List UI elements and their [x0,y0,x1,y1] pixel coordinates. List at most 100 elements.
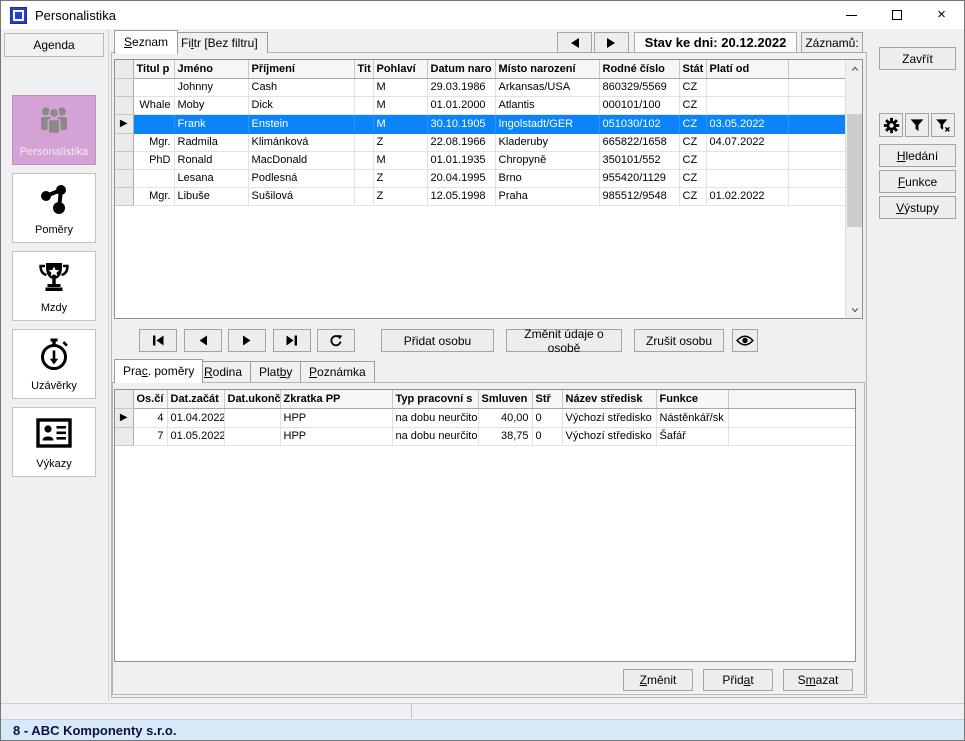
edit-person-button[interactable]: Změnit údaje o osobě [506,329,622,352]
cell[interactable]: Radmila [174,133,248,151]
vertical-scrollbar[interactable] [845,60,862,318]
cell[interactable]: Výchozí středisko [562,408,656,427]
column-header[interactable]: Datum naro [427,60,495,78]
cell[interactable]: 0 [532,427,562,445]
column-header[interactable]: Jméno [174,60,248,78]
table-row[interactable]: WhaleMobyDickM01.01.2000Atlantis000101/1… [115,96,847,114]
cell[interactable]: HPP [280,408,392,427]
column-header[interactable]: Pohlaví [373,60,427,78]
cell[interactable]: 40,00 [478,408,532,427]
cell[interactable] [354,151,373,169]
cell[interactable]: M [373,96,427,114]
row-selector[interactable] [115,187,133,205]
cell[interactable]: Ingolstadt/GER [495,114,599,133]
table-row[interactable]: Mgr.LibušeSušilováZ12.05.1998Praha985512… [115,187,847,205]
cell[interactable]: Brno [495,169,599,187]
tab-prac-pomery[interactable]: Prac. poměry [114,359,203,383]
cell[interactable]: 01.05.2022 [167,427,224,445]
cell[interactable]: Nástěnkář/sk [656,408,728,427]
cell[interactable]: 350101/552 [599,151,679,169]
cell[interactable] [354,78,373,96]
next-period-button[interactable] [594,32,629,53]
cell[interactable]: Podlesná [248,169,354,187]
cell[interactable]: Cash [248,78,354,96]
column-header[interactable]: Stř [532,390,562,408]
cell[interactable]: CZ [679,96,706,114]
cell[interactable]: Kladeruby [495,133,599,151]
column-header[interactable]: Os.čí [133,390,167,408]
column-header[interactable]: Dat.začát [167,390,224,408]
column-header[interactable]: Místo narození [495,60,599,78]
tab-poznamka[interactable]: Poznámka [300,361,375,382]
cell[interactable]: 12.05.1998 [427,187,495,205]
cell[interactable] [133,114,174,133]
cell[interactable] [354,169,373,187]
cell[interactable]: CZ [679,133,706,151]
cell[interactable] [354,133,373,151]
cell[interactable]: 20.04.1995 [427,169,495,187]
column-header[interactable]: Název středisk [562,390,656,408]
scrollbar-thumb[interactable] [847,114,862,227]
cell[interactable]: Praha [495,187,599,205]
delete-contract-button[interactable]: Smazat [783,669,853,691]
column-header[interactable]: Titul p [133,60,174,78]
functions-button[interactable]: Funkce [879,170,956,193]
cell[interactable]: 01.01.2000 [427,96,495,114]
cell[interactable] [354,114,373,133]
add-person-button[interactable]: Přidat osobu [381,329,494,352]
minimize-button[interactable] [829,1,874,29]
sidebar-item-mzdy[interactable]: Mzdy [12,251,96,321]
maximize-button[interactable] [874,1,919,29]
column-header[interactable]: Funkce [656,390,728,408]
sidebar-item-uzaverky[interactable]: Uzávěrky [12,329,96,399]
cell[interactable]: M [373,151,427,169]
cell[interactable]: 7 [133,427,167,445]
row-selector[interactable] [115,151,133,169]
table-row[interactable]: 701.05.2022HPPna dobu neurčitou38,750Výc… [115,427,855,445]
cell[interactable]: 01.01.1935 [427,151,495,169]
scroll-up-button[interactable] [846,60,863,77]
cell[interactable]: M [373,78,427,96]
cell[interactable] [706,96,788,114]
cell[interactable]: 38,75 [478,427,532,445]
last-record-button[interactable] [273,329,311,352]
cell[interactable]: 985512/9548 [599,187,679,205]
cell[interactable]: 051030/102 [599,114,679,133]
cell[interactable] [706,151,788,169]
delete-person-button[interactable]: Zrušit osobu [634,329,724,352]
add-contract-button[interactable]: Přidat [703,669,773,691]
current-row-marker[interactable]: ▶ [115,408,133,427]
cell[interactable]: Ronald [174,151,248,169]
cell[interactable]: Z [373,187,427,205]
cell[interactable] [706,78,788,96]
cell[interactable]: Klimánková [248,133,354,151]
column-header[interactable]: Tit [354,60,373,78]
cell[interactable]: Sušilová [248,187,354,205]
table-row[interactable]: PhDRonaldMacDonaldM01.01.1935Chropyně350… [115,151,847,169]
current-row-marker[interactable]: ▶ [115,114,133,133]
change-contract-button[interactable]: Změnit [623,669,693,691]
first-record-button[interactable] [139,329,177,352]
cell[interactable] [133,78,174,96]
cell[interactable] [706,169,788,187]
close-button[interactable]: × [919,1,964,29]
row-selector[interactable] [115,78,133,96]
view-person-button[interactable] [732,329,758,352]
cell[interactable]: Enstein [248,114,354,133]
sidebar-item-vykazy[interactable]: Výkazy [12,407,96,477]
cell[interactable]: 30.10.1905 [427,114,495,133]
cell[interactable] [133,169,174,187]
prev-record-button[interactable] [184,329,222,352]
cell[interactable]: Dick [248,96,354,114]
records-count-button[interactable]: Záznamů: [801,32,863,53]
cell[interactable]: 01.04.2022 [167,408,224,427]
cell[interactable]: CZ [679,187,706,205]
cell[interactable]: 860329/5569 [599,78,679,96]
cell[interactable]: CZ [679,169,706,187]
cell[interactable]: MacDonald [248,151,354,169]
cell[interactable]: Atlantis [495,96,599,114]
cell[interactable] [224,408,280,427]
cell[interactable]: 4 [133,408,167,427]
cell[interactable]: Chropyně [495,151,599,169]
prev-period-button[interactable] [557,32,592,53]
